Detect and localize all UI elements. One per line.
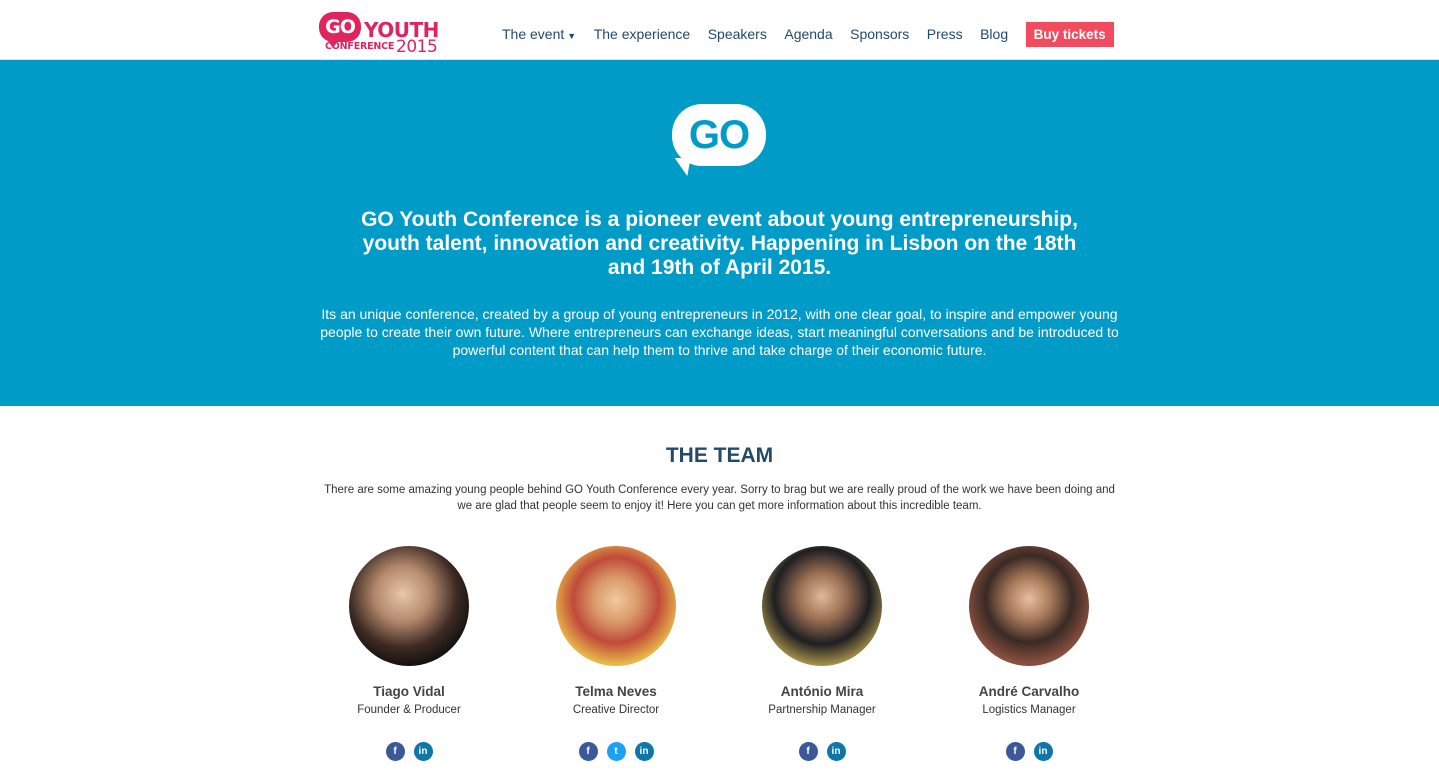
- member-name: Telma Neves: [575, 684, 657, 699]
- team-member-card: Tiago Vidal Founder & Producer f in: [319, 546, 499, 761]
- nav-item-agenda[interactable]: Agenda: [784, 26, 832, 42]
- buy-tickets-button[interactable]: Buy tickets: [1025, 21, 1114, 47]
- main-nav: The event ▼ The experience Speakers Agend…: [502, 21, 1114, 47]
- team-title: THE TEAM: [665, 444, 774, 467]
- avatar: [762, 546, 882, 666]
- linkedin-icon[interactable]: in: [634, 742, 654, 761]
- team-member-card: Telma Neves Creative Director f t in: [526, 546, 706, 761]
- linkedin-icon[interactable]: in: [1033, 742, 1053, 761]
- facebook-icon[interactable]: f: [578, 742, 598, 761]
- social-links: f in: [939, 742, 1119, 761]
- twitter-icon[interactable]: t: [606, 742, 626, 761]
- logo-go-bubble: GO: [319, 12, 361, 48]
- social-links: f t in: [526, 742, 706, 761]
- member-name: Tiago Vidal: [373, 684, 445, 699]
- social-links: f in: [732, 742, 912, 761]
- member-role: Partnership Manager: [768, 704, 876, 716]
- facebook-icon[interactable]: f: [385, 742, 405, 761]
- facebook-icon[interactable]: f: [798, 742, 818, 761]
- nav-item-label: The event: [502, 26, 565, 42]
- team-member-card: André Carvalho Logistics Manager f in: [939, 546, 1119, 761]
- hero-section: GO GO Youth Conference is a pioneer even…: [0, 60, 1439, 406]
- member-name: António Mira: [780, 684, 864, 699]
- nav-item-the-event[interactable]: The event ▼: [502, 26, 576, 42]
- caret-down-icon: ▼: [567, 31, 577, 41]
- avatar: [969, 546, 1089, 666]
- nav-item-sponsors[interactable]: Sponsors: [850, 26, 909, 42]
- member-role: Creative Director: [572, 704, 660, 716]
- member-name: André Carvalho: [978, 684, 1080, 699]
- facebook-icon[interactable]: f: [1005, 742, 1025, 761]
- hero-headline: GO Youth Conference is a pioneer event a…: [361, 208, 1078, 279]
- hero-description: Its an unique conference, created by a g…: [320, 306, 1119, 358]
- social-links: f in: [319, 742, 499, 761]
- go-bubble-logo: GO: [672, 104, 766, 166]
- nav-item-the-experience[interactable]: The experience: [594, 26, 691, 42]
- nav-item-press[interactable]: Press: [927, 26, 963, 42]
- logo-conference: CONFERENCE: [325, 41, 395, 52]
- avatar: [349, 546, 469, 666]
- member-role: Founder & Producer: [357, 704, 461, 716]
- team-intro: There are some amazing young people behi…: [324, 484, 1115, 512]
- site-header: GO YOUTH CONFERENCE 2015 The event ▼ The …: [0, 0, 1439, 60]
- linkedin-icon[interactable]: in: [413, 742, 433, 761]
- site-logo[interactable]: GO YOUTH CONFERENCE 2015: [319, 10, 439, 57]
- team-member-card: António Mira Partnership Manager f in: [732, 546, 912, 761]
- nav-item-speakers[interactable]: Speakers: [708, 26, 767, 42]
- avatar: [556, 546, 676, 666]
- nav-item-blog[interactable]: Blog: [980, 26, 1008, 42]
- member-role: Logistics Manager: [982, 704, 1076, 716]
- linkedin-icon[interactable]: in: [826, 742, 846, 761]
- logo-year: 2015: [396, 37, 438, 57]
